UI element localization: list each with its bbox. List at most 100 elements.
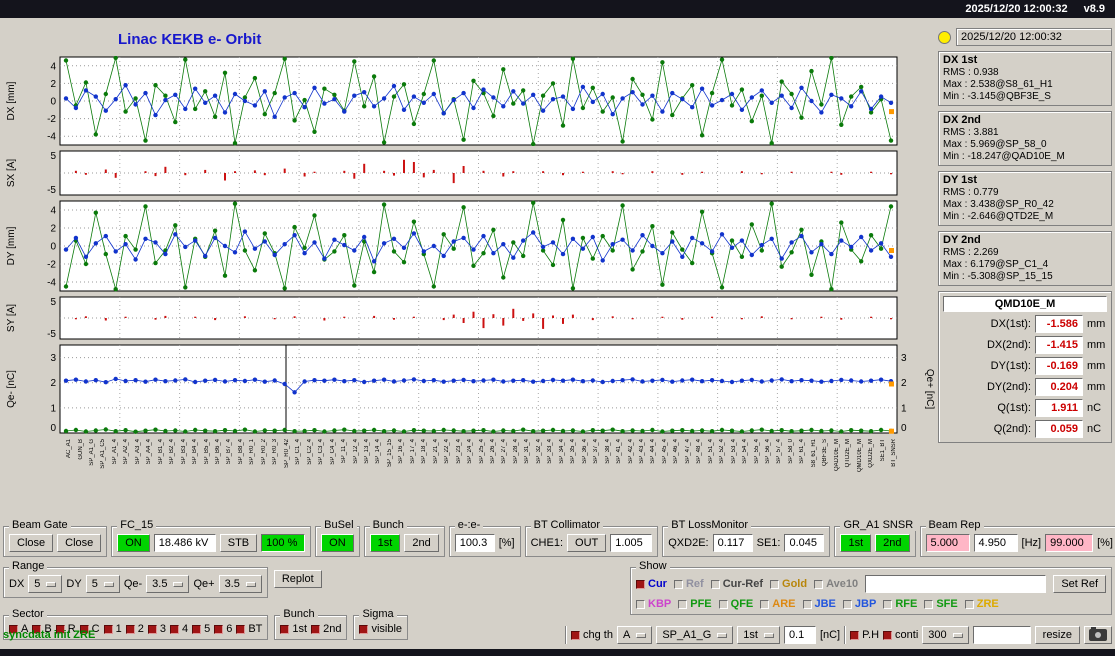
- station-label: SE1_BT: [879, 439, 886, 462]
- dropdown-caret-icon: [103, 581, 114, 587]
- interval-select[interactable]: 300: [922, 626, 969, 644]
- station-label: SP_A1_4: [111, 439, 118, 465]
- busel-on-button[interactable]: ON: [321, 534, 354, 552]
- resize-button[interactable]: resize: [1034, 626, 1080, 644]
- svg-text:0: 0: [50, 423, 56, 434]
- panel-timestamp: 2025/12/20 12:00:32: [956, 28, 1112, 46]
- station-label: SP_21_4: [432, 439, 439, 464]
- station-label: SP_51_4: [707, 439, 714, 464]
- range-qep-select[interactable]: 3.5: [218, 575, 262, 593]
- show-cur-ref-toggle[interactable]: Cur-Ref: [710, 578, 763, 590]
- ph-toggle[interactable]: P.H: [850, 629, 879, 641]
- station-label: SP_26_4: [490, 439, 496, 464]
- bunch-2nd-button[interactable]: 2nd: [404, 534, 439, 552]
- range-dy-select[interactable]: 5: [85, 575, 120, 593]
- show-ave10-toggle[interactable]: Ave10: [814, 578, 858, 590]
- show-ref-toggle[interactable]: Ref: [673, 578, 704, 590]
- station-label: SP_61_4: [799, 439, 806, 464]
- monitor-row: DX(1st): -1.586 mm: [943, 315, 1107, 333]
- station-label: QTD2E_M: [845, 439, 852, 468]
- station-label: SP_15_15: [386, 439, 393, 468]
- svg-text:SY [A]: SY [A]: [6, 304, 17, 332]
- chg-th-toggle[interactable]: chg th: [571, 629, 613, 641]
- beam-gate-close-button-2[interactable]: Close: [57, 534, 102, 552]
- station-label: SP_24_4: [467, 439, 473, 464]
- svg-text:2: 2: [50, 79, 56, 90]
- snsr-1st-button[interactable]: 1st: [840, 534, 872, 552]
- show-sfe-toggle[interactable]: SFE: [924, 598, 958, 610]
- station-label: SP_58_0: [787, 439, 794, 464]
- station-labels: AC_A1 GUN_B SP_A1_G SP_A1_C5 SP_A1_4 SP_A2_4 S…: [2, 438, 937, 500]
- station-label: SP_53_4: [730, 439, 737, 464]
- bunch-select[interactable]: 1st: [737, 626, 780, 644]
- snsr-2nd-button[interactable]: 2nd: [875, 534, 910, 552]
- set-ref-button[interactable]: Set Ref: [1053, 575, 1106, 593]
- screenshot-button[interactable]: [1084, 626, 1112, 644]
- svg-text:1: 1: [50, 403, 56, 414]
- status-panel: 2025/12/20 12:00:32 DX 1st RMS : 0.938 M…: [938, 28, 1112, 443]
- show-jbp-toggle[interactable]: JBP: [842, 598, 876, 610]
- threshold-field[interactable]: 0.1: [783, 626, 816, 644]
- station-label: SP_23_4: [455, 439, 462, 464]
- checkbox: [924, 599, 934, 609]
- show-cur-toggle[interactable]: Cur: [636, 578, 667, 590]
- checkbox: [673, 579, 683, 589]
- monitor-row: DX(2nd): -1.415 mm: [943, 336, 1107, 354]
- station-label: SP_44_4: [650, 439, 657, 464]
- che1-out-button[interactable]: OUT: [567, 534, 607, 552]
- monitor-value: 1.911: [1035, 399, 1083, 417]
- station-label: SP_52_4: [719, 439, 726, 464]
- station-label: SP_17_4: [409, 439, 416, 464]
- checkbox: [802, 599, 812, 609]
- show-kbp-toggle[interactable]: KBP: [636, 598, 671, 610]
- monitor-value: -1.586: [1035, 315, 1083, 333]
- threshold-unit: [nC]: [819, 629, 841, 641]
- show-gold-toggle[interactable]: Gold: [770, 578, 807, 590]
- station-label: SP_34_4: [558, 439, 565, 464]
- station-label: SP_C1_4: [295, 439, 302, 465]
- show-qfe-toggle[interactable]: QFE: [718, 598, 753, 610]
- fc15-group: FC_15 ON 18.486 kV STB 100 %: [111, 519, 312, 557]
- conti-toggle[interactable]: conti: [883, 629, 918, 641]
- station-label: SP_33_4: [547, 439, 554, 464]
- fc15-on-button[interactable]: ON: [117, 534, 150, 552]
- station-label: SP_38_4: [604, 439, 611, 464]
- show-zre-toggle[interactable]: ZRE: [964, 598, 999, 610]
- top-titlebar: 2025/12/20 12:00:32 v8.9: [0, 0, 1115, 18]
- show-group: Show Cur Ref Cur-Ref Gold Ave10 Set Ref …: [630, 560, 1112, 615]
- beam-gate-close-button-1[interactable]: Close: [9, 534, 54, 552]
- fc15-stb-button[interactable]: STB: [219, 534, 258, 552]
- svg-text:0: 0: [901, 423, 907, 434]
- station-select[interactable]: SP_A1_G: [656, 626, 734, 644]
- checkbox: [760, 599, 770, 609]
- station-label: SP_16_4: [398, 439, 405, 464]
- show-jbe-toggle[interactable]: JBE: [802, 598, 836, 610]
- ee-ratio-group: e-:e- 100.3 [%]: [448, 519, 521, 557]
- monitor-value: -0.169: [1035, 357, 1083, 375]
- dropdown-caret-icon: [952, 632, 963, 638]
- station-label: SP_C2_4: [306, 439, 313, 465]
- ref-name-input[interactable]: [865, 575, 1047, 593]
- station-label: SP_32_4: [535, 439, 542, 464]
- replot-button[interactable]: Replot: [273, 570, 322, 588]
- svg-text:-2: -2: [47, 114, 56, 125]
- station-label: SP_C3_4: [318, 439, 325, 465]
- range-dx-select[interactable]: 5: [28, 575, 63, 593]
- gr-snsr-group: GR_A1 SNSR 1st 2nd: [834, 519, 917, 557]
- monitor-row: DY(2nd): 0.204 mm: [943, 378, 1107, 396]
- station-label: SP_B3_4: [180, 439, 187, 465]
- sector-select[interactable]: A: [616, 626, 653, 644]
- misc-input[interactable]: [972, 626, 1031, 644]
- station-label: SP_45_4: [661, 439, 668, 464]
- checkbox: [814, 579, 824, 589]
- checkbox: [636, 579, 645, 589]
- show-pfe-toggle[interactable]: PFE: [678, 598, 712, 610]
- station-label: SP_B7_4: [226, 439, 233, 465]
- bunch-1st-button[interactable]: 1st: [369, 534, 401, 552]
- svg-text:-5: -5: [47, 185, 56, 196]
- station-label: SP_36_4: [581, 439, 588, 464]
- show-rfe-toggle[interactable]: RFE: [883, 598, 917, 610]
- range-qem-select[interactable]: 3.5: [146, 575, 190, 593]
- show-are-toggle[interactable]: ARE: [760, 598, 796, 610]
- bunch-select-group: Bunch 1st 2nd: [363, 519, 445, 557]
